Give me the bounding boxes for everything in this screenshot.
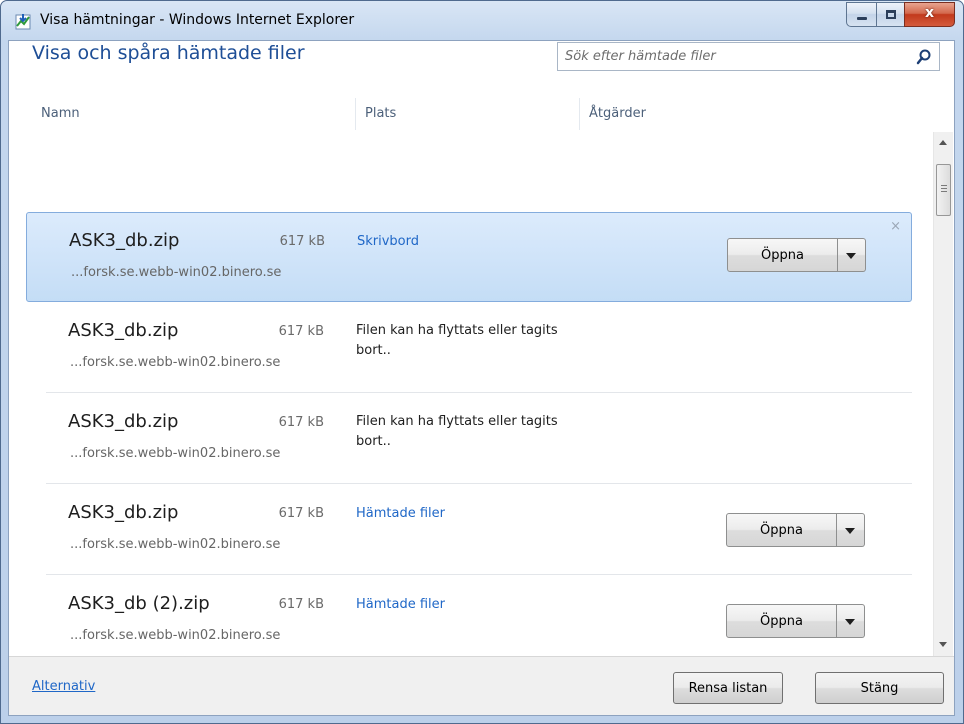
options-link[interactable]: Alternativ [32,679,95,694]
vertical-scrollbar[interactable] [933,132,953,656]
file-size: 617 kB [278,415,324,430]
column-header-location[interactable]: Plats [365,106,396,121]
open-options-dropdown[interactable] [837,513,865,547]
open-split-button: Öppna [726,604,865,638]
search-box[interactable] [557,42,940,71]
close-icon: x [924,5,935,21]
title-bar[interactable]: Visa hämtningar - Windows Internet Explo… [1,1,963,41]
search-input[interactable] [558,43,898,70]
chevron-down-icon [845,528,855,534]
search-icon[interactable] [915,48,933,66]
download-row[interactable]: ASK3_db.zip 617 kB ...forsk.se.webb-win0… [26,485,912,575]
row-divider [46,574,912,575]
file-source: ...forsk.se.webb-win02.binero.se [70,446,281,461]
maximize-button[interactable] [876,2,904,27]
file-name: ASK3_db (2).zip [68,593,210,614]
close-button[interactable]: Stäng [815,672,944,704]
row-divider [46,483,912,484]
file-source: ...forsk.se.webb-win02.binero.se [70,628,281,643]
file-name: ASK3_db.zip [69,230,180,251]
file-name: ASK3_db.zip [68,502,179,523]
location-link[interactable]: Hämtade filer [356,597,445,612]
remove-item-icon[interactable]: × [890,219,901,234]
footer-bar [9,656,954,715]
scroll-up-button[interactable] [934,134,953,152]
file-size: 617 kB [278,324,324,339]
window-title: Visa hämtningar - Windows Internet Explo… [40,12,355,28]
arrow-up-icon [939,140,947,145]
close-window-button[interactable]: x [904,2,955,27]
column-divider [579,98,580,130]
file-source: ...forsk.se.webb-win02.binero.se [71,265,282,280]
clear-list-button[interactable]: Rensa listan [673,672,783,704]
download-row[interactable]: ASK3_db.zip 617 kB ...forsk.se.webb-win0… [26,212,912,302]
open-split-button: Öppna [726,513,865,547]
open-button[interactable]: Öppna [726,513,837,547]
row-divider [46,392,912,393]
open-options-dropdown[interactable] [838,238,866,272]
caption-buttons: x [846,2,955,27]
location-missing-message: Filen kan ha flyttats eller tagits bort.… [356,414,558,449]
open-split-button: Öppna [727,238,866,272]
file-name: ASK3_db.zip [68,411,179,432]
download-arrow-icon [15,14,31,30]
location-missing-message: Filen kan ha flyttats eller tagits bort.… [356,323,558,358]
minimize-icon [857,17,867,20]
open-options-dropdown[interactable] [837,604,865,638]
download-row[interactable]: ASK3_db.zip 617 kB ...forsk.se.webb-win0… [26,394,912,484]
file-size: 617 kB [279,234,325,249]
open-button[interactable]: Öppna [726,604,837,638]
download-row[interactable]: ASK3_db (2).zip 617 kB ...forsk.se.webb-… [26,576,912,666]
file-source: ...forsk.se.webb-win02.binero.se [70,355,281,370]
file-name: ASK3_db.zip [68,320,179,341]
scroll-thumb[interactable] [936,164,951,216]
column-header-actions[interactable]: Åtgärder [589,106,646,121]
open-button[interactable]: Öppna [727,238,838,272]
arrow-down-icon [939,642,947,647]
chevron-down-icon [845,619,855,625]
minimize-button[interactable] [846,2,876,27]
file-source: ...forsk.se.webb-win02.binero.se [70,537,281,552]
location-link[interactable]: Skrivbord [357,234,419,249]
scroll-down-button[interactable] [934,636,953,654]
column-divider [355,98,356,130]
location-link[interactable]: Hämtade filer [356,506,445,521]
download-row[interactable]: ASK3_db.zip 617 kB ...forsk.se.webb-win0… [26,303,912,393]
column-header-name[interactable]: Namn [41,106,80,121]
grip-icon [941,185,947,193]
page-title: Visa och spåra hämtade filer [32,42,305,64]
file-size: 617 kB [278,597,324,612]
chevron-down-icon [846,253,856,259]
file-size: 617 kB [278,506,324,521]
maximize-icon [886,10,896,19]
